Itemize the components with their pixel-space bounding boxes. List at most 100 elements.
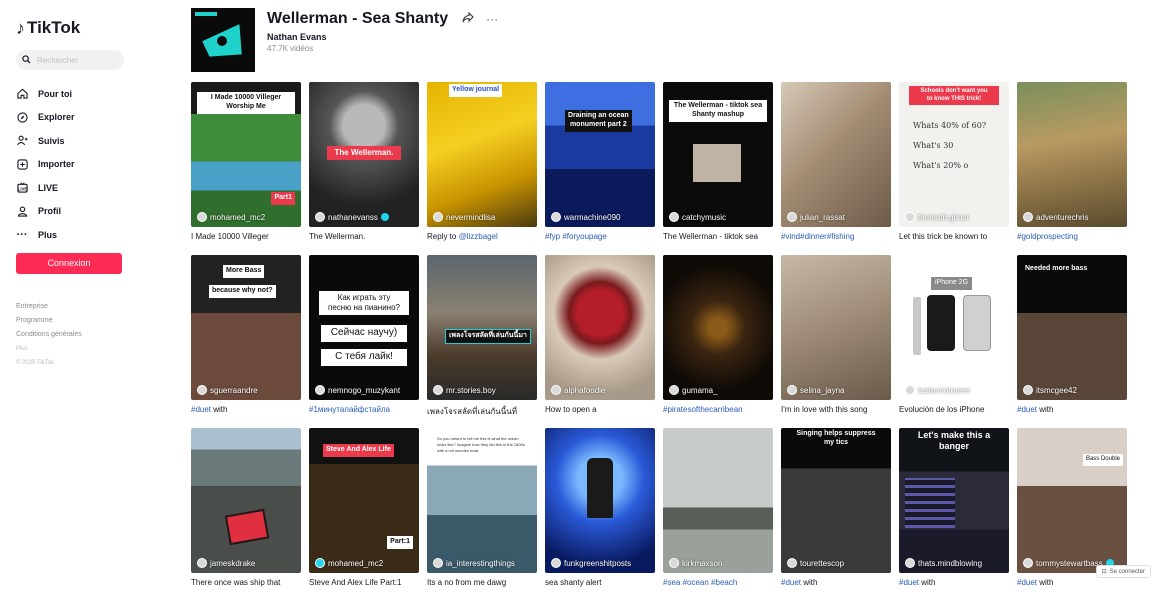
video-card[interactable]: The Wellerman - tiktok sea Shanty mashup …: [663, 82, 773, 241]
video-card[interactable]: Как играть эту песню на пианино? Сейчас н…: [309, 255, 419, 414]
video-caption[interactable]: #duet with: [899, 578, 1009, 587]
login-button[interactable]: Connexion: [16, 252, 122, 274]
video-card[interactable]: Draining an ocean monument part 2 warmach…: [545, 82, 655, 241]
nav-pour-toi[interactable]: Pour toi: [16, 82, 140, 106]
nav-live[interactable]: LIVE LIVE: [16, 176, 140, 200]
video-card[interactable]: Steve And Alex Life Part:1 mohamed_mc2 S…: [309, 428, 419, 587]
nav-importer[interactable]: Importer: [16, 153, 140, 177]
video-author[interactable]: catchymusic: [669, 212, 726, 222]
video-thumbnail[interactable]: iPhone 2G tustecnotruces: [899, 255, 1009, 400]
video-thumbnail[interactable]: เพลงโจรสลัดที่เล่นกันนี้มา mr.stories.bo…: [427, 255, 537, 400]
video-card[interactable]: iPhone 2G tustecnotruces Evolución de lo…: [899, 255, 1009, 414]
video-thumbnail[interactable]: gumama_: [663, 255, 773, 400]
video-caption[interactable]: #duet with: [191, 405, 301, 414]
video-author[interactable]: adventurechris: [1023, 212, 1088, 222]
video-thumbnail[interactable]: kirkmaxson: [663, 428, 773, 573]
video-card[interactable]: kirkmaxson #sea #ocean #beach: [663, 428, 773, 587]
video-caption[interactable]: #vind#dinner#fishing: [781, 232, 891, 241]
video-caption[interactable]: sea shanty alert: [545, 578, 655, 587]
video-author[interactable]: nevermindlisa: [433, 212, 495, 222]
footer-link-programme[interactable]: Programme: [16, 314, 140, 328]
video-caption[interactable]: #piratesofthecarribean: [663, 405, 773, 414]
hashtag-link[interactable]: #duet: [1017, 405, 1037, 414]
video-author[interactable]: alphafoodie: [551, 385, 605, 395]
video-author[interactable]: tourettescop: [787, 558, 844, 568]
video-author[interactable]: nemnogo_muzykant: [315, 385, 400, 395]
nav-explorer[interactable]: Explorer: [16, 106, 140, 130]
video-author[interactable]: sguerraandre: [197, 385, 258, 395]
video-card[interactable]: Let's make this a banger thats.mindblowin…: [899, 428, 1009, 587]
search-input[interactable]: [37, 55, 117, 65]
sign-in-pill[interactable]: ⊡ Se connecter: [1095, 565, 1151, 578]
video-thumbnail[interactable]: The Wellerman. nathanevanss: [309, 82, 419, 227]
video-card[interactable]: Yellow journal nevermindlisa Reply to @l…: [427, 82, 537, 241]
video-card[interactable]: The Wellerman. nathanevanss The Wellerma…: [309, 82, 419, 241]
sound-artist[interactable]: Nathan Evans: [267, 32, 498, 42]
video-caption[interactable]: The Wellerman - tiktok sea: [663, 232, 773, 241]
share-icon[interactable]: [462, 11, 474, 26]
video-card[interactable]: adventurechris #goldprospecting: [1017, 82, 1127, 241]
video-author[interactable]: gumama_: [669, 385, 718, 395]
video-thumbnail[interactable]: alphafoodie: [545, 255, 655, 400]
nav-profil[interactable]: Profil: [16, 200, 140, 224]
sound-cover-image[interactable]: [191, 8, 255, 72]
video-author[interactable]: itsmcgee42: [1023, 385, 1077, 395]
video-caption[interactable]: Reply to @lizzbagel: [427, 232, 537, 241]
video-caption[interactable]: Evolución de los iPhone: [899, 405, 1009, 414]
video-caption[interactable]: The Wellerman.: [309, 232, 419, 241]
video-caption[interactable]: Its a no from me dawg: [427, 578, 537, 587]
video-caption[interactable]: #sea #ocean #beach: [663, 578, 773, 587]
video-card[interactable]: Needed more bass itsmcgee42 #duet with: [1017, 255, 1127, 414]
hashtag-link[interactable]: #duet: [899, 578, 919, 587]
video-thumbnail[interactable]: Yellow journal nevermindlisa: [427, 82, 537, 227]
video-caption[interactable]: How to open a: [545, 405, 655, 414]
video-author[interactable]: nathanevanss: [315, 212, 389, 222]
video-thumbnail[interactable]: funkgreenshitposts: [545, 428, 655, 573]
video-author[interactable]: warmachine090: [551, 212, 620, 222]
video-thumbnail[interactable]: Bass Double tommystewartbass: [1017, 428, 1127, 573]
video-card[interactable]: jameskdrake There once was ship that: [191, 428, 301, 587]
nav-suivis[interactable]: Suivis: [16, 129, 140, 153]
video-caption[interactable]: #duet with: [1017, 405, 1127, 414]
video-card[interactable]: Singing helps suppress my tics tourettesc…: [781, 428, 891, 587]
more-options-icon[interactable]: ···: [486, 12, 498, 26]
video-card[interactable]: selina_jayna I'm in love with this song: [781, 255, 891, 414]
video-author[interactable]: funkgreenshitposts: [551, 558, 631, 568]
video-author[interactable]: mohamed_mc2: [315, 558, 383, 568]
video-caption[interactable]: There once was ship that: [191, 578, 301, 587]
video-thumbnail[interactable]: More Bass because why not? sguerraandre: [191, 255, 301, 400]
footer-link-conditions[interactable]: Conditions générales: [16, 328, 140, 342]
tiktok-logo[interactable]: ♪ TikTok: [16, 18, 140, 38]
video-author[interactable]: mr.stories.boy: [433, 385, 496, 395]
nav-plus[interactable]: ··· Plus: [16, 223, 140, 247]
video-card[interactable]: alphafoodie How to open a: [545, 255, 655, 414]
video-author[interactable]: kirkmaxson: [669, 558, 722, 568]
video-thumbnail[interactable]: Steve And Alex Life Part:1 mohamed_mc2: [309, 428, 419, 573]
video-card[interactable]: Schools don't want you to know THIS trick…: [899, 82, 1009, 241]
hashtag-link[interactable]: #duet: [781, 578, 801, 587]
video-thumbnail[interactable]: jameskdrake: [191, 428, 301, 573]
video-author[interactable]: selina_jayna: [787, 385, 844, 395]
video-thumbnail[interactable]: I Made 10000 Villeger Worship Me Part1 mo…: [191, 82, 301, 227]
video-caption[interactable]: I Made 10000 Villeger: [191, 232, 301, 241]
video-author[interactable]: jameskdrake: [197, 558, 255, 568]
video-caption[interactable]: #goldprospecting: [1017, 232, 1127, 241]
video-caption[interactable]: #fyp #foryoupage: [545, 232, 655, 241]
video-card[interactable]: I Made 10000 Villeger Worship Me Part1 mo…: [191, 82, 301, 241]
video-thumbnail[interactable]: Schools don't want you to know THIS trick…: [899, 82, 1009, 227]
search-box[interactable]: [16, 50, 124, 70]
video-thumbnail[interactable]: Draining an ocean monument part 2 warmach…: [545, 82, 655, 227]
video-card[interactable]: เพลงโจรสลัดที่เล่นกันนี้มา mr.stories.bo…: [427, 255, 537, 418]
video-card[interactable]: funkgreenshitposts sea shanty alert: [545, 428, 655, 587]
video-thumbnail[interactable]: So you meant to tell me this is what the…: [427, 428, 537, 573]
video-author[interactable]: themath.ghost: [905, 212, 969, 222]
video-thumbnail[interactable]: julian_rassat: [781, 82, 891, 227]
video-card[interactable]: Bass Double tommystewartbass #duet with: [1017, 428, 1127, 587]
video-thumbnail[interactable]: Как играть эту песню на пианино? Сейчас н…: [309, 255, 419, 400]
video-card[interactable]: julian_rassat #vind#dinner#fishing: [781, 82, 891, 241]
video-caption[interactable]: เพลงโจรสลัดที่เล่นกันนี้นที่: [427, 405, 537, 418]
video-caption[interactable]: Steve And Alex Life Part:1: [309, 578, 419, 587]
video-author[interactable]: julian_rassat: [787, 212, 845, 222]
video-thumbnail[interactable]: selina_jayna: [781, 255, 891, 400]
video-author[interactable]: tustecnotruces: [905, 385, 970, 395]
